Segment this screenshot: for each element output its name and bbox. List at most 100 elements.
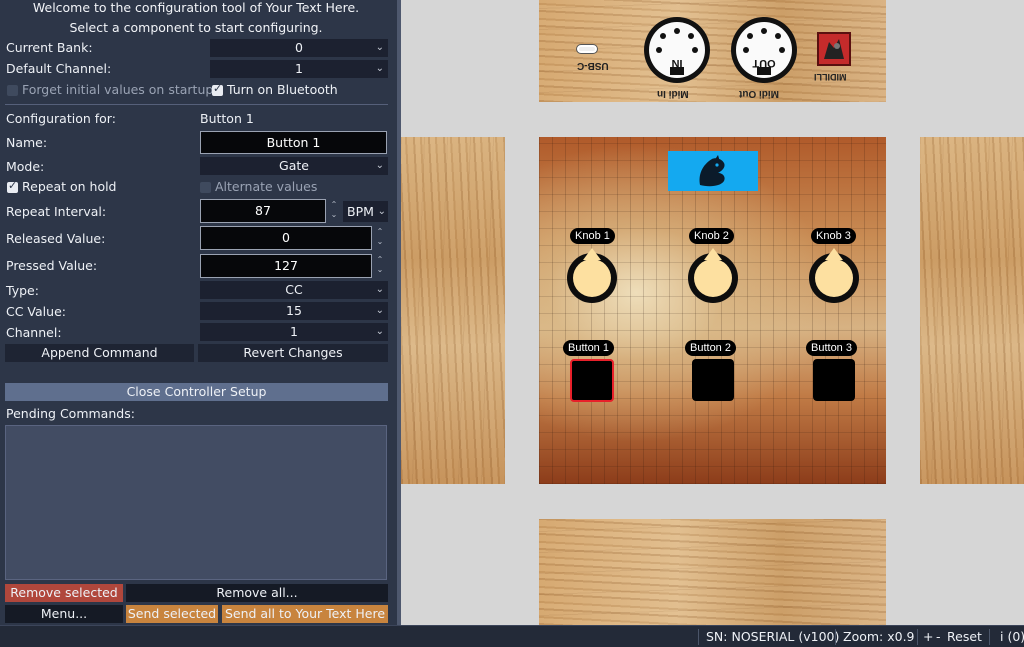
channel-select[interactable]: 1 ⌄: [200, 323, 388, 341]
zoom-out-button[interactable]: -: [936, 626, 941, 647]
cc-value: 15: [286, 303, 302, 318]
pending-commands-list[interactable]: [5, 425, 387, 580]
close-setup-button[interactable]: Close Controller Setup: [5, 383, 388, 401]
config-for-value: Button 1: [200, 111, 254, 126]
revert-changes-button[interactable]: Revert Changes: [198, 344, 388, 362]
chevron-down-icon: ⌄: [375, 326, 384, 337]
repeat-checkbox[interactable]: [7, 179, 18, 193]
serial-status: SN: NOSERIAL (v100): [706, 629, 840, 644]
type-label: Type:: [6, 283, 39, 298]
append-command-button[interactable]: Append Command: [5, 344, 194, 362]
front-panel[interactable]: Knob 1 Knob 2 Knob 3 Button 1 Button 2 B…: [539, 137, 886, 484]
bank-value: 0: [295, 40, 303, 55]
released-input[interactable]: 0: [200, 226, 372, 250]
send-selected-button[interactable]: Send selected: [126, 605, 218, 623]
bank-select[interactable]: 0 ⌄: [210, 39, 388, 57]
forget-label: Forget initial values on startup: [22, 82, 214, 97]
cc-label: CC Value:: [6, 304, 66, 319]
usb-c-port-icon: [577, 45, 597, 53]
pressed-spinner[interactable]: ⌃ ⌄: [374, 255, 386, 275]
button-3-label: Button 3: [806, 340, 857, 356]
remove-all-button[interactable]: Remove all...: [126, 584, 388, 602]
send-all-button[interactable]: Send all to Your Text Here: [222, 605, 388, 623]
default-channel-select[interactable]: 1 ⌄: [210, 60, 388, 78]
brand-label: MIDILLI: [814, 72, 847, 82]
button-3-pad[interactable]: [813, 359, 855, 401]
left-side-panel[interactable]: [401, 137, 505, 484]
midi-out-jack[interactable]: OUT: [731, 17, 797, 83]
button-1-label: Button 1: [563, 340, 614, 356]
menu-button[interactable]: Menu...: [5, 605, 123, 623]
repeat-label: Repeat on hold: [22, 179, 117, 194]
midi-out-jack-label: OUT: [752, 57, 776, 69]
pressed-input[interactable]: 127: [200, 254, 372, 278]
status-bar: SN: NOSERIAL (v100) Zoom: x0.9 + - Reset…: [0, 625, 1024, 647]
config-panel: Welcome to the configuration tool of You…: [0, 0, 397, 625]
dragon-logo-icon: [699, 155, 725, 187]
knob-3-label: Knob 3: [811, 228, 856, 244]
interval-unit-select[interactable]: BPM ⌄: [343, 201, 388, 222]
knob-pointer-icon: [583, 248, 601, 260]
type-value: CC: [285, 282, 303, 297]
bluetooth-checkbox[interactable]: [212, 82, 223, 96]
knob-3[interactable]: [809, 253, 859, 303]
usb-c-label: USB-C: [577, 60, 609, 71]
interval-unit-value: BPM: [347, 204, 374, 219]
zoom-status: Zoom: x0.9: [843, 629, 915, 644]
brand-logo-icon: [817, 32, 851, 66]
welcome-text: Welcome to the configuration tool of You…: [32, 0, 360, 15]
bluetooth-label: Turn on Bluetooth: [227, 82, 338, 97]
midi-in-jack[interactable]: IN: [644, 17, 710, 83]
config-for-label: Configuration for:: [6, 111, 116, 126]
instruction-text: Select a component to start configuring.: [69, 20, 323, 35]
knob-pointer-icon: [704, 248, 722, 260]
type-select[interactable]: CC ⌄: [200, 281, 388, 299]
name-label: Name:: [6, 135, 48, 150]
pending-label: Pending Commands:: [6, 406, 135, 421]
interval-spinner[interactable]: ⌃ ⌄: [328, 200, 340, 220]
right-side-panel[interactable]: [920, 137, 1024, 484]
default-channel-label: Default Channel:: [6, 61, 112, 76]
chevron-down-icon: ⌄: [375, 284, 384, 295]
midi-in-label: Midi In: [657, 88, 689, 99]
mode-select[interactable]: Gate ⌄: [200, 157, 388, 175]
mode-label: Mode:: [6, 159, 45, 174]
bottom-panel[interactable]: [539, 519, 886, 625]
knob-2-label: Knob 2: [689, 228, 734, 244]
knob-pointer-icon: [825, 248, 843, 260]
knob-1-label: Knob 1: [570, 228, 615, 244]
alternate-label: Alternate values: [215, 179, 318, 194]
chevron-down-icon: ⌄: [375, 160, 384, 171]
button-2-label: Button 2: [685, 340, 736, 356]
released-spinner[interactable]: ⌃ ⌄: [374, 227, 386, 247]
forget-checkbox[interactable]: [7, 85, 18, 96]
name-input[interactable]: Button 1: [200, 131, 387, 154]
zoom-reset-button[interactable]: Reset: [947, 626, 982, 647]
channel-label: Channel:: [6, 325, 62, 340]
remove-selected-button[interactable]: Remove selected: [5, 584, 123, 602]
mode-value: Gate: [279, 158, 309, 173]
default-channel-value: 1: [295, 61, 303, 76]
midi-out-label: Midi Out: [739, 88, 779, 99]
released-label: Released Value:: [6, 231, 106, 246]
knob-2[interactable]: [688, 253, 738, 303]
zoom-in-button[interactable]: +: [923, 626, 933, 647]
top-panel[interactable]: USB-C IN Midi In OUT Midi Out MIDILLI: [539, 0, 886, 102]
chevron-down-icon: ⌄: [375, 42, 384, 53]
face-logo: [668, 151, 758, 191]
pressed-label: Pressed Value:: [6, 258, 98, 273]
alternate-checkbox[interactable]: [200, 182, 211, 193]
chevron-down-icon: ⌄: [375, 63, 384, 74]
chevron-down-icon: ⌄: [375, 305, 384, 316]
info-counter[interactable]: i (0): [1000, 626, 1024, 647]
knob-1[interactable]: [567, 253, 617, 303]
divider: [5, 104, 388, 105]
interval-input[interactable]: 87: [200, 199, 326, 223]
cc-select[interactable]: 15 ⌄: [200, 302, 388, 320]
button-1-pad[interactable]: [570, 359, 614, 402]
chevron-down-icon: ⌄: [377, 206, 386, 217]
midi-in-jack-label: IN: [671, 57, 683, 69]
button-2-pad[interactable]: [692, 359, 734, 401]
channel-value: 1: [290, 324, 298, 339]
interval-label: Repeat Interval:: [6, 204, 107, 219]
